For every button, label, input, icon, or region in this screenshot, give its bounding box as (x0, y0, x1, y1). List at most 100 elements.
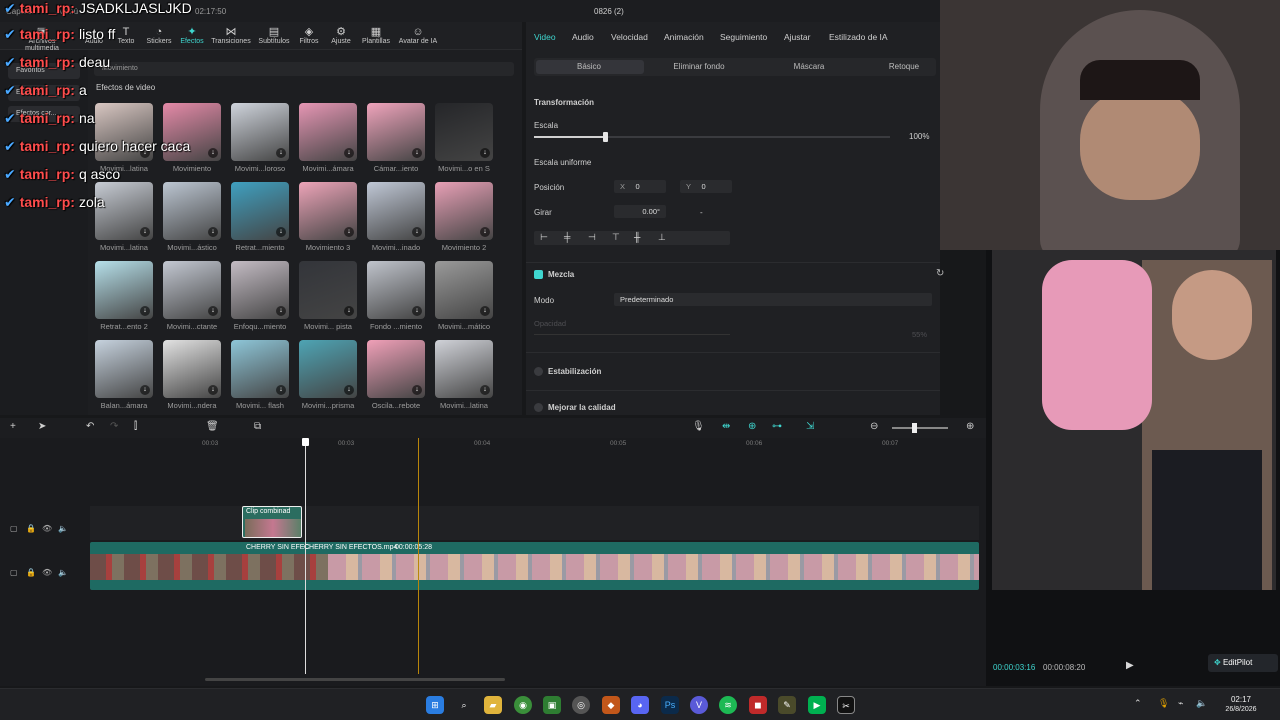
align-right-icon[interactable]: ⊣ (588, 232, 596, 243)
mode-select[interactable]: Predeterminado (614, 293, 932, 306)
download-icon[interactable]: ↓ (140, 385, 150, 395)
position-x-input[interactable]: X 0 (614, 180, 666, 193)
download-icon[interactable]: ↓ (344, 148, 354, 158)
download-icon[interactable]: ↓ (208, 306, 218, 316)
tray-volume-icon[interactable]: 🔈 (1196, 698, 1207, 709)
nav-templates[interactable]: ▦ Plantillas (354, 26, 398, 45)
app-green-icon[interactable]: ▶ (808, 696, 826, 714)
download-icon[interactable]: ↓ (412, 148, 422, 158)
position-y-input[interactable]: Y 0 (680, 180, 732, 193)
effect-thumbnail[interactable]: ↓ (367, 103, 425, 161)
effect-thumbnail[interactable]: ↓ (299, 182, 357, 240)
reset-icon[interactable]: ↻ (936, 268, 944, 279)
download-icon[interactable]: ↓ (276, 385, 286, 395)
split-icon[interactable]: ⫿ (134, 421, 137, 432)
download-icon[interactable]: ↓ (208, 385, 218, 395)
rotate-flip[interactable]: - (700, 208, 703, 217)
crop-icon[interactable]: ⧉ (254, 421, 261, 432)
tab-adjust[interactable]: Ajustar (784, 32, 810, 42)
link-icon[interactable]: ⇹ (722, 421, 730, 432)
playhead[interactable] (305, 438, 306, 674)
effect-thumbnail[interactable]: ↓ (299, 103, 357, 161)
effect-thumbnail[interactable]: ↓ (367, 340, 425, 398)
stabilization-toggle[interactable] (534, 367, 543, 376)
effect-thumbnail[interactable]: ↓ (299, 340, 357, 398)
enhance-toggle[interactable] (534, 403, 543, 412)
effect-thumbnail[interactable]: ↓ (435, 340, 493, 398)
eye-icon[interactable]: 👁 (42, 568, 52, 577)
delete-icon[interactable]: 🗑 (206, 421, 219, 432)
tab-tracking[interactable]: Seguimiento (720, 32, 767, 42)
eye-icon[interactable]: 👁 (42, 524, 52, 533)
download-icon[interactable]: ↓ (344, 306, 354, 316)
app-brush-icon[interactable]: ✎ (778, 696, 796, 714)
align-left-icon[interactable]: ⊢ (540, 232, 548, 243)
align-top-icon[interactable]: ⊤ (612, 232, 620, 243)
play-icon[interactable]: ▶ (1126, 660, 1134, 671)
magnet-icon[interactable]: ⊕ (748, 421, 756, 432)
tray-chevron-icon[interactable]: ⌃ (1134, 698, 1142, 709)
rotate-input[interactable]: 0.00° (614, 205, 666, 218)
download-icon[interactable]: ↓ (412, 306, 422, 316)
align-bottom-icon[interactable]: ⊥ (658, 232, 666, 243)
download-icon[interactable]: ↓ (412, 227, 422, 237)
obs-icon[interactable]: ◎ (572, 696, 590, 714)
effect-thumbnail[interactable]: ↓ (435, 182, 493, 240)
volume-icon[interactable]: 🔈 (58, 568, 68, 577)
subtab-mask[interactable]: Máscara (764, 62, 854, 71)
add-icon[interactable]: + (10, 421, 16, 432)
effect-thumbnail[interactable]: ↓ (163, 340, 221, 398)
download-icon[interactable]: ↓ (480, 227, 490, 237)
combined-clip[interactable]: Clip combinad (242, 506, 302, 538)
spotify-icon[interactable]: ≋ (719, 696, 737, 714)
photoshop-icon[interactable]: Ps (661, 696, 679, 714)
main-clip[interactable]: CHERRY SIN EFEC CHERRY SIN EFECTOS.mp4 0… (90, 542, 979, 590)
tab-ai-style[interactable]: Estilizado de IA (829, 32, 888, 42)
effect-thumbnail[interactable]: ↓ (435, 261, 493, 319)
volume-icon[interactable]: 🔈 (58, 524, 68, 533)
download-icon[interactable]: ↓ (140, 306, 150, 316)
download-icon[interactable]: ↓ (276, 148, 286, 158)
tab-speed[interactable]: Velocidad (611, 32, 648, 42)
undo-icon[interactable]: ↶ (86, 421, 94, 432)
file-explorer-icon[interactable]: ▰ (484, 696, 502, 714)
redo-icon[interactable]: ↷ (110, 421, 118, 432)
tray-network-icon[interactable]: ⌁ (1178, 698, 1183, 709)
download-icon[interactable]: ↓ (208, 227, 218, 237)
subtab-retouch[interactable]: Retoque (874, 62, 934, 71)
scale-slider[interactable] (534, 132, 890, 142)
preview-axis-icon[interactable]: ⇲ (806, 421, 814, 432)
blend-checkbox[interactable] (534, 270, 543, 279)
mic-icon[interactable]: 🎙 (692, 421, 705, 432)
download-icon[interactable]: ↓ (480, 306, 490, 316)
editpilot-button[interactable]: ✥ EditPilot (1208, 654, 1278, 672)
zoom-slider-handle[interactable] (912, 423, 917, 433)
snap-icon[interactable]: ⊶ (772, 421, 782, 432)
scale-slider-handle[interactable] (603, 132, 609, 142)
brave-icon[interactable]: ◆ (602, 696, 620, 714)
align-center-icon[interactable]: ╪ (564, 232, 570, 242)
search-icon[interactable]: ⌕ (455, 696, 473, 714)
zoom-in-icon[interactable]: ⊕ (966, 421, 974, 432)
download-icon[interactable]: ↓ (276, 306, 286, 316)
discord-icon[interactable]: ◕ (631, 696, 649, 714)
align-middle-icon[interactable]: ╫ (634, 232, 640, 242)
download-icon[interactable]: ↓ (344, 227, 354, 237)
zoom-out-icon[interactable]: ⊖ (870, 421, 878, 432)
download-icon[interactable]: ↓ (412, 385, 422, 395)
vpn-icon[interactable]: V (690, 696, 708, 714)
timeline-scrollbar[interactable] (205, 678, 505, 681)
lock-icon[interactable]: 🔒 (26, 568, 36, 577)
nav-ai-avatar[interactable]: ☺ Avatar de IA (394, 26, 442, 45)
chrome-icon[interactable]: ◉ (514, 696, 532, 714)
tray-mic-icon[interactable]: 🎙 (1158, 698, 1169, 709)
effect-thumbnail[interactable]: ↓ (367, 182, 425, 240)
effect-thumbnail[interactable]: ↓ (367, 261, 425, 319)
windows-start-icon[interactable]: ⊞ (426, 696, 444, 714)
download-icon[interactable]: ↓ (480, 385, 490, 395)
download-icon[interactable]: ↓ (344, 385, 354, 395)
subtab-basic[interactable]: Básico (544, 62, 634, 71)
playhead-handle[interactable] (302, 438, 309, 446)
effect-thumbnail[interactable]: ↓ (231, 261, 289, 319)
opacity-slider[interactable] (534, 334, 730, 335)
